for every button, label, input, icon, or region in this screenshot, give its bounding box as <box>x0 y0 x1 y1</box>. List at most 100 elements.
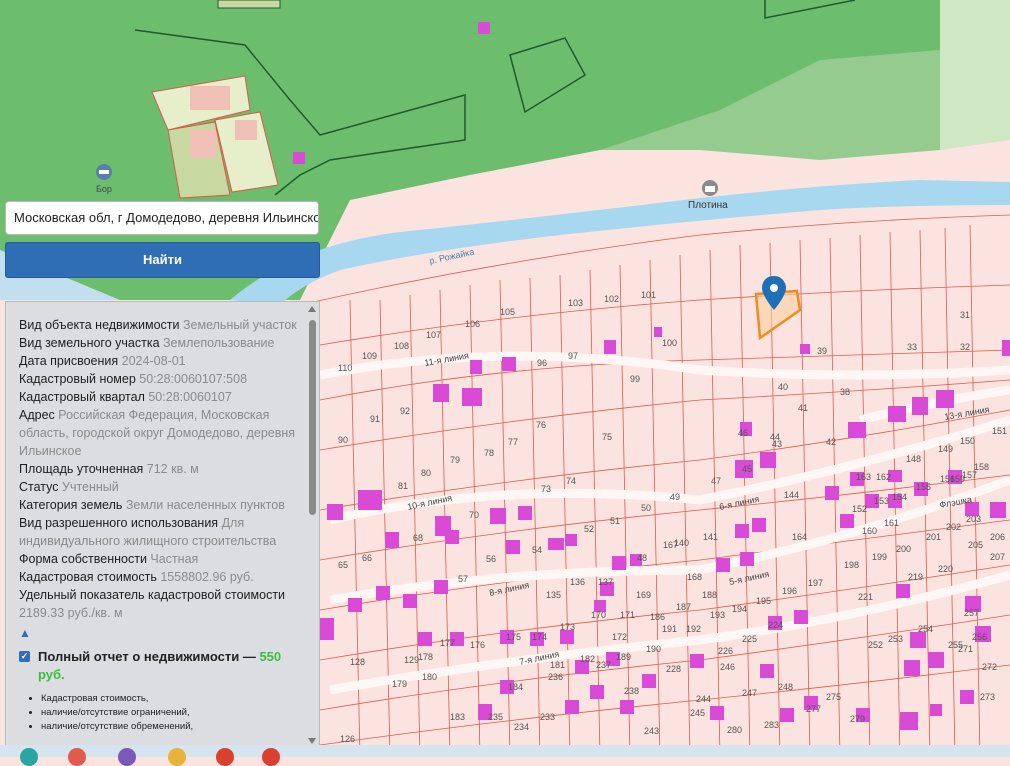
parcel-number-label: 195 <box>756 596 771 606</box>
scroll-down-icon[interactable] <box>308 738 316 744</box>
parcel-number-label: 45 <box>742 464 752 474</box>
parcel-number-label: 192 <box>686 624 701 634</box>
parcel-number-label: 149 <box>938 444 953 454</box>
parcel-number-label: 135 <box>546 590 561 600</box>
parcel-number-label: 126 <box>340 734 355 744</box>
app-icon-4[interactable] <box>168 748 186 766</box>
parcel-number-label: 194 <box>732 604 747 614</box>
parcel-number-label: 49 <box>670 492 680 502</box>
parcel-number-label: 226 <box>718 646 733 656</box>
address-search-input[interactable]: Московская обл, г Домодедово, деревня Ил… <box>5 201 319 235</box>
parcel-number-label: 46 <box>738 428 748 438</box>
parcel-number-label: 235 <box>488 712 503 722</box>
parcel-number-label: 92 <box>400 406 410 416</box>
building-1 <box>190 86 230 110</box>
app-icon-2[interactable] <box>68 748 86 766</box>
parcel-number-label: 42 <box>826 437 836 447</box>
info-value: 50:28:0060107:508 <box>139 372 248 386</box>
parcel-number-label: 158 <box>974 462 989 472</box>
plot-top <box>217 0 281 9</box>
report-title: Полный отчет о недвижимости — <box>38 649 260 664</box>
parcel-number-label: 102 <box>604 294 619 304</box>
parcel-number-label: 219 <box>908 572 923 582</box>
parcel-number-label: 275 <box>826 692 841 702</box>
parcel-number-label: 57 <box>458 574 468 584</box>
info-row: Кадастровый номер 50:28:0060107:508 <box>19 370 301 388</box>
parcel-number-label: 50 <box>641 503 651 513</box>
parcel-number-label: 43 <box>772 439 782 449</box>
info-key: Адрес <box>19 408 55 422</box>
parcel-number-label: 40 <box>778 382 788 392</box>
parcel-number-label: 160 <box>862 526 877 536</box>
info-value: 50:28:0060107 <box>148 390 232 404</box>
parcel-number-label: 201 <box>926 532 941 542</box>
taskbar <box>0 745 1010 766</box>
parcel-number-label: 247 <box>742 688 757 698</box>
parcel-number-label: 162 <box>876 472 891 482</box>
info-key: Категория земель <box>19 498 123 512</box>
scroll-thumb[interactable] <box>309 320 316 515</box>
parcel-number-label: 206 <box>990 532 1005 542</box>
parcel-number-label: 175 <box>506 632 521 642</box>
parcel-number-label: 99 <box>630 374 640 384</box>
parcel-number-label: 140 <box>674 538 689 548</box>
info-value: Российская Федерация, Московская область… <box>19 408 296 458</box>
parcel-number-label: 31 <box>960 310 970 320</box>
parcel-number-label: 109 <box>362 351 377 361</box>
find-button[interactable]: Найти <box>5 242 320 278</box>
parcel-number-label: 168 <box>687 572 702 582</box>
info-value: 1558802.96 руб. <box>160 570 254 584</box>
parcel-number-label: 48 <box>637 553 647 563</box>
meadow-area-ne <box>940 0 1010 150</box>
info-value: 712 кв. м <box>146 462 199 476</box>
report-items: Кадастровая стоимость,наличие/отсутствие… <box>19 692 301 734</box>
panel-scrollbar[interactable] <box>308 306 317 744</box>
parcel-number-label: 253 <box>888 634 903 644</box>
app-icon-5[interactable] <box>216 748 234 766</box>
app-icon-1[interactable] <box>20 748 38 766</box>
building-2 <box>235 120 257 140</box>
parcel-number-label: 128 <box>350 657 365 667</box>
report-item: наличие/отсутствие ограничений, <box>41 706 301 720</box>
info-key: Вид разрешенного использования <box>19 516 219 530</box>
building-pink-2 <box>293 152 305 164</box>
parcel-number-label: 248 <box>778 682 793 692</box>
app-icon-3[interactable] <box>118 748 136 766</box>
parcel-number-label: 189 <box>616 652 631 662</box>
info-value: Частная <box>150 552 199 566</box>
parcel-number-label: 141 <box>703 532 718 542</box>
parcel-number-label: 254 <box>918 624 933 634</box>
parcel-number-label: 256 <box>972 632 987 642</box>
checkbox-icon[interactable]: ✓ <box>19 651 30 662</box>
parcel-number-label: 151 <box>992 426 1007 436</box>
info-row: Категория земель Земли населенных пункто… <box>19 496 301 514</box>
parcel-number-label: 80 <box>421 468 431 478</box>
parcel-number-label: 179 <box>392 679 407 689</box>
app-icon-6[interactable] <box>262 748 280 766</box>
parcel-number-label: 79 <box>450 455 460 465</box>
parcel-number-label: 51 <box>610 516 620 526</box>
building-3 <box>190 130 216 158</box>
parcel-number-label: 56 <box>486 554 496 564</box>
parcel-number-label: 39 <box>817 346 827 356</box>
info-key: Форма собственности <box>19 552 147 566</box>
parcel-number-label: 91 <box>370 414 380 424</box>
parcel-number-label: 196 <box>782 586 797 596</box>
parcel-number-label: 237 <box>596 660 611 670</box>
parcel-number-label: 154 <box>892 492 907 502</box>
full-report-option[interactable]: ✓ Полный отчет о недвижимости — 550 руб. <box>19 648 301 684</box>
info-row: Форма собственности Частная <box>19 550 301 568</box>
info-key: Дата присвоения <box>19 354 119 368</box>
parcel-number-label: 170 <box>591 610 606 620</box>
collapse-icon[interactable]: ▲ <box>19 624 301 642</box>
building-pink-1 <box>478 22 490 34</box>
info-row: Кадастровая стоимость 1558802.96 руб. <box>19 568 301 586</box>
parcel-number-label: 137 <box>598 577 613 587</box>
parcel-number-label: 96 <box>537 358 547 368</box>
parcel-number-label: 183 <box>450 712 465 722</box>
parcel-number-label: 221 <box>858 592 873 602</box>
parcel-number-label: 172 <box>612 632 627 642</box>
parcel-number-label: 163 <box>856 472 871 482</box>
scroll-up-icon[interactable] <box>308 306 316 312</box>
parcel-number-label: 234 <box>514 722 529 732</box>
